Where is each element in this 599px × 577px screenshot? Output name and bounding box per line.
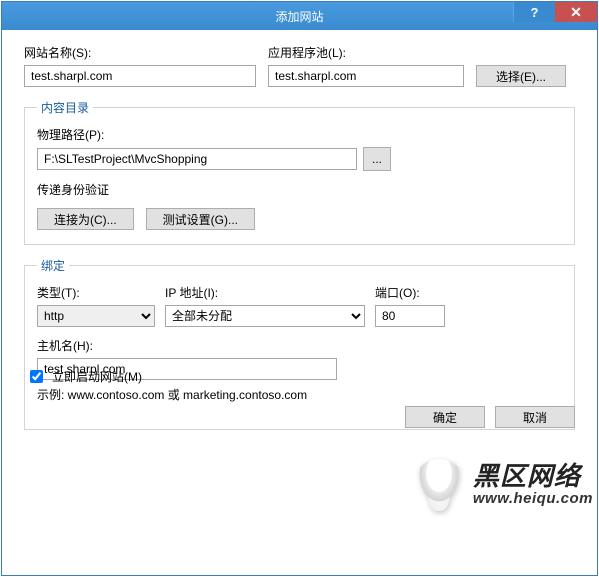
start-now-label: 立即启动网站(M) [52,368,142,385]
ip-label: IP 地址(I): [165,284,365,301]
app-pool-input [268,65,464,87]
select-app-pool-button[interactable]: 选择(E)... [476,65,566,87]
ip-select[interactable]: 全部未分配 [165,305,365,327]
window-title: 添加网站 [275,8,323,25]
passthrough-auth-label: 传递身份验证 [37,181,562,198]
binding-group: 绑定 类型(T): http IP 地址(I): 全部未分配 端口(O): [24,257,575,430]
test-settings-button[interactable]: 测试设置(G)... [146,208,255,230]
titlebar: 添加网站 ? ✕ [2,2,597,30]
type-select[interactable]: http [37,305,155,327]
binding-legend: 绑定 [37,257,69,274]
site-name-label: 网站名称(S): [24,44,256,61]
port-label: 端口(O): [375,284,445,301]
content-directory-legend: 内容目录 [37,99,93,116]
browse-button[interactable]: ... [363,147,391,171]
app-pool-label: 应用程序池(L): [268,44,464,61]
host-example-text: 示例: www.contoso.com 或 marketing.contoso.… [37,386,562,403]
port-input[interactable] [375,305,445,327]
close-button[interactable]: ✕ [555,2,597,22]
ok-button[interactable]: 确定 [405,406,485,428]
cancel-button[interactable]: 取消 [495,406,575,428]
physical-path-input[interactable] [37,148,357,170]
host-name-label: 主机名(H): [37,337,337,354]
start-now-checkbox[interactable] [30,370,43,383]
help-button[interactable]: ? [513,2,555,22]
site-name-input[interactable] [24,65,256,87]
connect-as-button[interactable]: 连接为(C)... [37,208,134,230]
content-directory-group: 内容目录 物理路径(P): ... 传递身份验证 连接为(C)... 测试设置(… [24,99,575,245]
type-label: 类型(T): [37,284,155,301]
physical-path-label: 物理路径(P): [37,128,104,142]
